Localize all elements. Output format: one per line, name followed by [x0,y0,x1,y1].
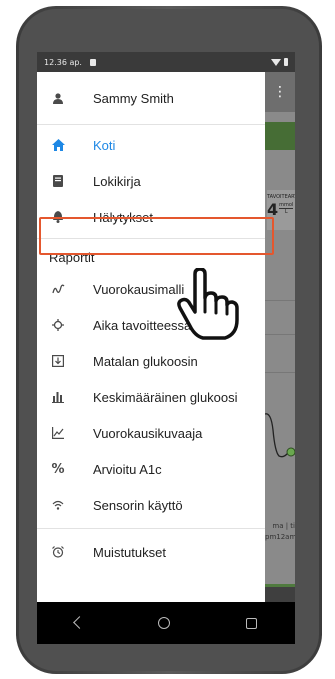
axis-day-label: ma | ti [272,522,295,530]
wifi-icon [271,58,281,66]
drawer-item-label: Vuorokausikuvaaja [93,425,203,441]
drawer-item-daily-graph[interactable]: Vuorokausikuvaaja [37,415,265,451]
user-name: Sammy Smith [93,90,174,106]
line-chart-icon [51,426,65,440]
drawer-item-label: Matalan glukoosin [93,353,198,369]
drawer-item-label: Vuorokausimalli [93,281,185,297]
drawer-item-label: Keskimääräinen glukoosi [93,389,238,405]
alarm-clock-icon [51,545,65,559]
app-gridline [265,300,295,301]
target-unit-bottom: L [279,208,294,215]
app-bottom-bar [265,584,295,602]
system-navigation-bar [37,602,295,644]
axis-time-right: 12am [276,533,295,541]
logbook-icon [51,174,65,188]
drawer-item-label: Lokikirja [93,173,141,189]
home-icon [51,138,65,152]
status-time: 12.36 ap. [44,57,82,67]
recent-apps-icon[interactable] [246,617,257,629]
daily-pattern-icon [51,282,65,296]
target-icon [51,318,65,332]
drawer-item-low-glucose[interactable]: Matalan glukoosin [37,343,265,379]
drawer-item-label: Sensorin käyttö [93,497,183,513]
back-icon[interactable] [75,618,82,628]
person-icon [51,91,65,105]
drawer-item-label: Koti [93,137,116,153]
glucose-trace [265,413,295,458]
low-glucose-icon [51,354,65,368]
drawer-item-label: Muistutukset [93,544,166,560]
axis-time-left: pm [265,533,277,541]
highlight-box [39,217,274,255]
overflow-menu-icon: ⋮ [273,84,287,100]
app-gridline [265,372,295,373]
notification-icon [89,58,96,66]
sensor-signal-icon [51,498,65,512]
device-screen: 12.36 ap. ⋮ TAVOITEARVO 4 mmol L [37,52,295,644]
chart-axis: ma | ti pm 12am [265,522,295,541]
drawer-user-header[interactable]: Sammy Smith [37,80,265,116]
battery-icon [284,58,288,66]
bar-chart-icon [51,390,65,404]
status-bar: 12.36 ap. [37,52,295,72]
app-gridline [265,334,295,335]
drawer-item-estimated-a1c[interactable]: % Arvioitu A1c [37,451,265,487]
drawer-item-label: Arvioitu A1c [93,461,162,477]
divider [37,528,265,529]
drawer-item-reminders[interactable]: Muistutukset [37,534,265,570]
pointing-hand-icon [177,268,239,340]
drawer-item-average-glucose[interactable]: Keskimääräinen glukoosi [37,379,265,415]
drawer-item-sensor-usage[interactable]: Sensorin käyttö [37,487,265,523]
percent-icon: % [51,461,65,477]
drawer-item-home[interactable]: Koti [37,127,265,163]
home-circle-icon[interactable] [158,617,170,629]
divider [37,124,265,125]
drawer-item-logbook[interactable]: Lokikirja [37,163,265,199]
